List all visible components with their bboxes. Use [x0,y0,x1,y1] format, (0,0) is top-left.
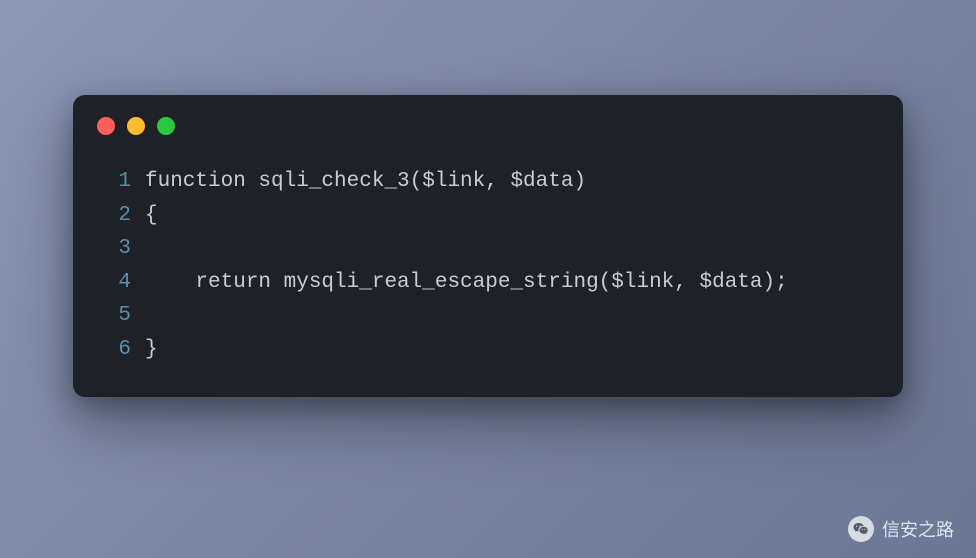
code-line: 6 } [103,333,873,367]
code-line: 4 return mysqli_real_escape_string($link… [103,266,873,300]
window-title-bar [73,95,903,145]
code-line: 1 function sqli_check_3($link, $data) [103,165,873,199]
line-number: 5 [103,299,131,333]
line-content: return mysqli_real_escape_string($link, … [145,266,788,300]
line-content: { [145,199,158,233]
code-line: 5 [103,299,873,333]
close-icon[interactable] [97,117,115,135]
code-line: 3 [103,232,873,266]
code-line: 2 { [103,199,873,233]
line-number: 3 [103,232,131,266]
code-window: 1 function sqli_check_3($link, $data) 2 … [73,95,903,397]
code-area: 1 function sqli_check_3($link, $data) 2 … [73,145,903,367]
line-number: 4 [103,266,131,300]
watermark: 信安之路 [848,516,954,542]
line-content: function sqli_check_3($link, $data) [145,165,586,199]
line-number: 2 [103,199,131,233]
watermark-text: 信安之路 [882,516,954,542]
wechat-icon [848,516,874,542]
line-number: 6 [103,333,131,367]
maximize-icon[interactable] [157,117,175,135]
line-number: 1 [103,165,131,199]
minimize-icon[interactable] [127,117,145,135]
line-content: } [145,333,158,367]
